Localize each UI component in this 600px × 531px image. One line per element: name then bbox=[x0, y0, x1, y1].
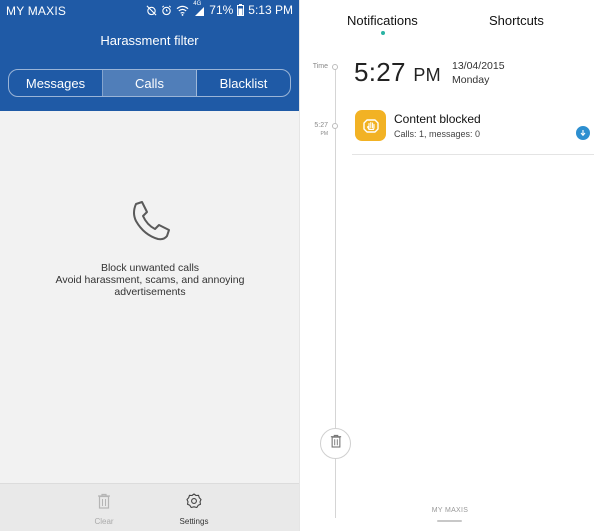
notification-item[interactable]: Content blocked Calls: 1, messages: 0 bbox=[352, 107, 594, 155]
page-title: Harassment filter bbox=[100, 33, 199, 48]
carrier-name: MY MAXIS bbox=[6, 4, 67, 18]
phone-icon bbox=[127, 199, 173, 248]
notification-title: Content blocked bbox=[394, 112, 481, 126]
drag-handle[interactable] bbox=[437, 520, 462, 522]
clock-time: 5:27 bbox=[354, 57, 406, 87]
settings-label: Settings bbox=[179, 517, 209, 526]
alarm-off-icon bbox=[146, 5, 157, 16]
tab-notifications[interactable]: Notifications bbox=[347, 13, 418, 28]
tab-blacklist[interactable]: Blacklist bbox=[197, 70, 290, 96]
clear-notifications-button[interactable] bbox=[320, 428, 351, 459]
clock: 5:27 PM bbox=[354, 57, 441, 88]
clear-button[interactable]: Clear bbox=[74, 493, 134, 526]
battery-icon bbox=[237, 4, 245, 16]
harassment-filter-screen: MY MAXIS 4G 71% 5:13 PM Harassment filte… bbox=[0, 0, 299, 531]
filter-tabs: Messages Calls Blacklist bbox=[8, 69, 291, 97]
trash-icon bbox=[74, 493, 134, 511]
gear-icon bbox=[164, 493, 224, 511]
clock-ampm: PM bbox=[413, 65, 441, 85]
app-header: MY MAXIS 4G 71% 5:13 PM Harassment filte… bbox=[0, 0, 299, 111]
tab-messages[interactable]: Messages bbox=[9, 70, 103, 96]
tab-calls[interactable]: Calls bbox=[103, 70, 197, 96]
wifi-icon bbox=[176, 5, 189, 16]
timeline-dot bbox=[332, 123, 338, 129]
status-bar: MY MAXIS 4G 71% 5:13 PM bbox=[0, 0, 299, 22]
empty-state-heading: Block unwanted calls bbox=[100, 262, 200, 274]
alarm-icon bbox=[161, 5, 172, 16]
notification-shade: Notifications Shortcuts Time 5:27 PM 5:2… bbox=[300, 0, 600, 531]
timeline-ampm: PM bbox=[320, 131, 329, 137]
day-text: Monday bbox=[452, 74, 490, 86]
bottom-toolbar: Clear Settings bbox=[0, 483, 299, 531]
settings-button[interactable]: Settings bbox=[164, 493, 224, 526]
download-badge-icon bbox=[576, 126, 590, 140]
notification-subtitle: Calls: 1, messages: 0 bbox=[394, 129, 481, 139]
hand-stop-icon bbox=[355, 110, 386, 141]
tab-indicator bbox=[381, 31, 385, 35]
timeline-time: 5:27 bbox=[314, 122, 328, 129]
empty-state-text: Block unwanted calls Avoid harassment, s… bbox=[30, 262, 270, 298]
date-block: 13/04/2015 Monday bbox=[452, 59, 505, 87]
clear-label: Clear bbox=[94, 517, 114, 526]
empty-state-description: Avoid harassment, scams, and annoying ad… bbox=[55, 274, 245, 298]
date-text: 13/04/2015 bbox=[452, 60, 505, 72]
timeline-label-time: Time bbox=[312, 63, 328, 70]
footer-carrier: MY MAXIS bbox=[431, 507, 469, 514]
signal-4g-icon: 4G bbox=[193, 1, 205, 16]
trash-icon bbox=[330, 434, 342, 453]
timeline-label-timestamp: 5:27 PM bbox=[304, 122, 328, 138]
timeline-dot bbox=[332, 64, 338, 70]
battery-percent: 71% bbox=[209, 3, 234, 17]
status-time: 5:13 PM bbox=[248, 3, 293, 17]
status-icons: 4G 71% 5:13 PM bbox=[146, 1, 293, 17]
tab-shortcuts[interactable]: Shortcuts bbox=[489, 13, 544, 28]
